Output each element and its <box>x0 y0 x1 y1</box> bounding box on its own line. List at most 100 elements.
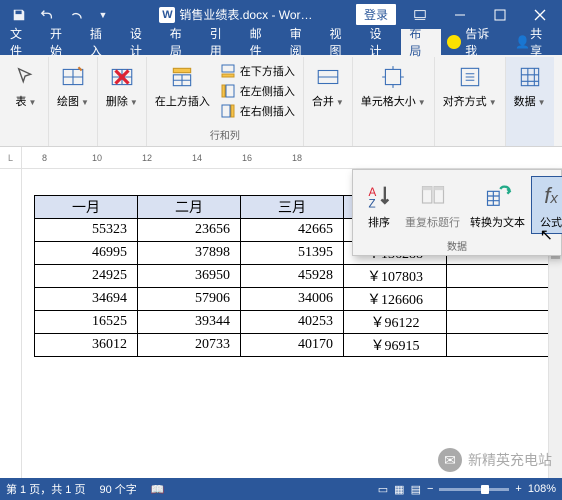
cell[interactable]: 55323 <box>35 219 138 242</box>
cell[interactable]: 42665 <box>241 219 344 242</box>
delete-icon <box>108 63 136 91</box>
tab-table-layout[interactable]: 布局 <box>401 29 441 55</box>
table-row[interactable]: 249253695045928￥107803 <box>35 265 550 288</box>
filename-label: 销售业绩表.docx - Wor… <box>179 6 312 23</box>
login-button[interactable]: 登录 <box>356 4 396 25</box>
table-row[interactable]: 165253934440253￥96122 <box>35 311 550 334</box>
undo-icon[interactable] <box>34 2 60 28</box>
horizontal-ruler: L 8 10 12 14 16 18 <box>0 147 562 169</box>
cell[interactable]: ￥96122 <box>344 311 447 334</box>
tab-mailings[interactable]: 邮件 <box>242 29 282 55</box>
tab-layout[interactable]: 布局 <box>162 29 202 55</box>
zoom-slider[interactable] <box>439 488 509 491</box>
tab-home[interactable]: 开始 <box>42 29 82 55</box>
view-read-icon[interactable]: ▭ <box>378 483 388 496</box>
tab-references[interactable]: 引用 <box>202 29 242 55</box>
window-title: W 销售业绩表.docx - Wor… <box>116 6 356 23</box>
cell[interactable]: 36950 <box>138 265 241 288</box>
delete-button[interactable]: 删除▼ <box>102 59 142 109</box>
cell[interactable]: 34006 <box>241 288 344 311</box>
select-label: 表 <box>16 96 27 108</box>
merge-button[interactable]: 合并▼ <box>308 59 348 109</box>
document-area: 单位：元 一月 二月 三月 销售总量 平均值 553232365642665￥1… <box>0 169 562 478</box>
insert-right-label: 在右侧插入 <box>240 103 295 119</box>
align-button[interactable]: 对齐方式▼ <box>439 59 501 109</box>
cell[interactable]: 51395 <box>241 242 344 265</box>
view-print-icon[interactable]: ▦ <box>394 483 404 496</box>
convert-text-button[interactable]: 转换为文本 <box>466 176 529 234</box>
cell[interactable]: 20733 <box>138 334 241 357</box>
tab-design[interactable]: 设计 <box>122 29 162 55</box>
cell[interactable]: 46995 <box>35 242 138 265</box>
share-label: 共享 <box>530 25 554 59</box>
page-indicator[interactable]: 第 1 页，共 1 页 <box>6 481 85 497</box>
cell[interactable]: ￥107803 <box>344 265 447 288</box>
ruler-tick: 18 <box>292 153 302 163</box>
cell[interactable]: 40253 <box>241 311 344 334</box>
cell[interactable]: 36012 <box>35 334 138 357</box>
tell-me[interactable]: 告诉我 <box>441 29 507 55</box>
repeat-header-icon <box>417 180 449 212</box>
th-month1[interactable]: 一月 <box>35 196 138 219</box>
tab-view[interactable]: 视图 <box>322 29 362 55</box>
ruler-scale[interactable]: 8 10 12 14 16 18 <box>22 149 562 167</box>
cell[interactable]: 57906 <box>138 288 241 311</box>
zoom-out-icon[interactable]: − <box>427 483 433 495</box>
zoom-in-icon[interactable]: + <box>515 483 521 495</box>
insert-right-button[interactable]: 在右侧插入 <box>216 101 299 121</box>
insert-left-icon <box>220 83 236 99</box>
cell[interactable]: 16525 <box>35 311 138 334</box>
cell[interactable] <box>447 288 550 311</box>
cell[interactable] <box>447 311 550 334</box>
word-count[interactable]: 90 个字 <box>99 481 136 497</box>
sort-label: 排序 <box>368 214 390 230</box>
cell[interactable]: ￥126606 <box>344 288 447 311</box>
table-row[interactable]: 360122073340170￥96915 <box>35 334 550 357</box>
cell[interactable]: 37898 <box>138 242 241 265</box>
delete-label: 删除 <box>106 96 128 108</box>
qat-dropdown-icon[interactable]: ▼ <box>90 2 116 28</box>
spellcheck-icon[interactable]: 📖 <box>151 483 165 496</box>
cell[interactable]: 45928 <box>241 265 344 288</box>
insert-below-button[interactable]: 在下方插入 <box>216 61 299 81</box>
pointer-icon <box>12 63 40 91</box>
fx-icon: fx <box>535 180 562 212</box>
status-bar: 第 1 页，共 1 页 90 个字 📖 ▭ ▦ ▤ − + 108% <box>0 478 562 500</box>
ruler-tick: 10 <box>92 153 102 163</box>
zoom-level[interactable]: 108% <box>528 483 556 495</box>
insert-above-label: 在上方插入 <box>155 93 210 109</box>
cell[interactable]: 34694 <box>35 288 138 311</box>
tab-table-design[interactable]: 设计 <box>361 29 401 55</box>
group-table: 表▼ <box>4 57 49 146</box>
cell[interactable]: ￥96915 <box>344 334 447 357</box>
insert-left-button[interactable]: 在左侧插入 <box>216 81 299 101</box>
share-button[interactable]: 👤 共享 <box>507 29 562 55</box>
formula-button[interactable]: fx 公式 <box>531 176 562 234</box>
zoom-thumb[interactable] <box>481 485 489 494</box>
draw-button[interactable]: 绘图▼ <box>53 59 93 109</box>
cell[interactable] <box>447 334 550 357</box>
view-web-icon[interactable]: ▤ <box>411 483 421 496</box>
cell[interactable]: 40170 <box>241 334 344 357</box>
quick-access-toolbar: ▼ <box>2 2 116 28</box>
vertical-ruler[interactable] <box>0 169 22 478</box>
group-merge: 合并▼ <box>304 57 353 146</box>
cell[interactable]: 39344 <box>138 311 241 334</box>
redo-icon[interactable] <box>62 2 88 28</box>
insert-above-button[interactable]: 在上方插入 <box>151 59 214 109</box>
th-month2[interactable]: 二月 <box>138 196 241 219</box>
merge-label: 合并 <box>312 96 334 108</box>
cell-size-button[interactable]: 单元格大小▼ <box>357 59 430 109</box>
save-icon[interactable] <box>6 2 32 28</box>
cell[interactable] <box>447 265 550 288</box>
tab-file[interactable]: 文件 <box>2 29 42 55</box>
select-button[interactable]: 表▼ <box>8 59 44 109</box>
th-month3[interactable]: 三月 <box>241 196 344 219</box>
cell[interactable]: 23656 <box>138 219 241 242</box>
table-row[interactable]: 346945790634006￥126606 <box>35 288 550 311</box>
sort-button[interactable]: AZ 排序 <box>359 176 399 234</box>
data-button[interactable]: 数据▼ <box>510 59 550 109</box>
tab-insert[interactable]: 插入 <box>82 29 122 55</box>
cell[interactable]: 24925 <box>35 265 138 288</box>
tab-review[interactable]: 审阅 <box>282 29 322 55</box>
